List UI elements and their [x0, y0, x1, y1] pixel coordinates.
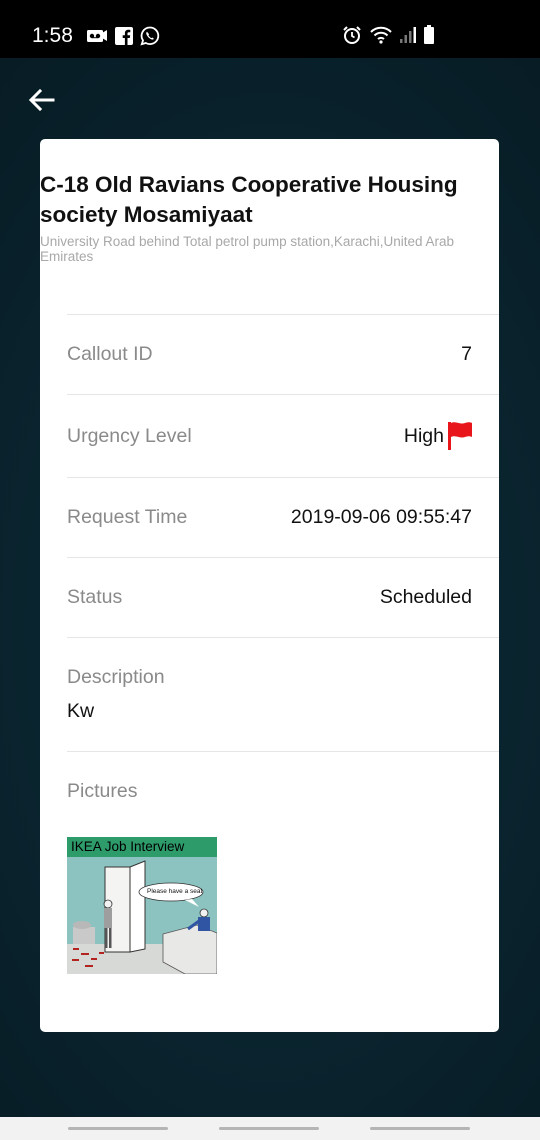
divider — [67, 751, 499, 752]
back-arrow-icon[interactable] — [26, 86, 58, 114]
urgency-level-label: Urgency Level — [67, 425, 192, 447]
callout-details-card: C-18 Old Ravians Cooperative Housing soc… — [40, 139, 499, 1032]
urgency-level-value: High — [403, 425, 444, 447]
description-label: Description — [67, 666, 165, 688]
picture-thumbnail[interactable]: IKEA Job Interview Please have a seat — [67, 837, 217, 974]
alarm-icon — [343, 26, 361, 44]
divider — [67, 477, 499, 478]
status-bar: 1:58 — [0, 0, 540, 58]
speech-bubble-text: Please have a seat — [147, 888, 203, 895]
whatsapp-icon — [140, 26, 160, 46]
divider — [67, 637, 499, 638]
callout-address: University Road behind Total petrol pump… — [40, 234, 454, 264]
voicemail-icon — [87, 30, 107, 42]
divider — [67, 557, 499, 558]
callout-title: C-18 Old Ravians Cooperative Housing soc… — [40, 172, 458, 227]
status-value: Scheduled — [379, 586, 472, 608]
battery-icon — [424, 25, 434, 44]
divider — [67, 394, 499, 395]
cartoon-illustration — [67, 857, 217, 974]
wifi-icon — [370, 26, 392, 44]
request-time-value: 2019-09-06 09:55:47 — [290, 506, 472, 528]
status-system-icons — [342, 25, 435, 45]
system-navigation-bar — [0, 1117, 540, 1140]
status-notification-icons — [86, 26, 160, 46]
callout-id-label: Callout ID — [67, 343, 153, 365]
pictures-label: Pictures — [67, 780, 138, 802]
signal-icon — [400, 27, 416, 43]
nav-recents-button[interactable] — [68, 1127, 168, 1130]
nav-home-button[interactable] — [219, 1127, 319, 1130]
divider — [67, 314, 499, 315]
status-label: Status — [67, 586, 123, 608]
request-time-label: Request Time — [67, 506, 188, 528]
red-flag-icon — [448, 422, 472, 450]
facebook-icon — [115, 27, 133, 45]
description-text: Kw — [67, 700, 95, 722]
nav-back-button[interactable] — [370, 1127, 470, 1130]
callout-id-value: 7 — [461, 343, 472, 365]
status-time: 1:58 — [32, 24, 73, 47]
